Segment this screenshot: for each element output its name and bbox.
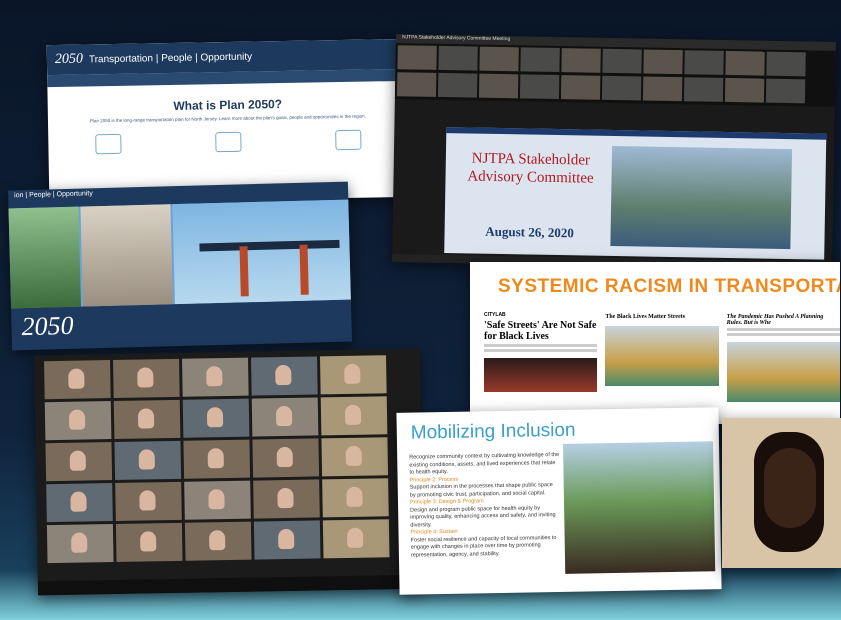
video-tile[interactable] (113, 399, 181, 439)
gallery-grid (44, 355, 390, 564)
zoom-gallery-window (33, 348, 425, 596)
article-2[interactable]: The Black Lives Matter Streets (605, 312, 719, 402)
video-tile[interactable] (184, 480, 251, 520)
article-title: 'Safe Streets' Are Not Safe for Black Li… (484, 320, 597, 342)
participant-tile[interactable] (643, 49, 683, 75)
principles-text: Recognize community context by cultivati… (409, 452, 561, 560)
participant-tile[interactable] (438, 45, 478, 71)
plan-2050-website-window: 2050 Transportation | People | Opportuni… (46, 38, 410, 204)
participant-tile[interactable] (519, 74, 560, 100)
video-tile[interactable] (253, 479, 320, 519)
video-tile[interactable] (182, 357, 249, 397)
article-image (605, 326, 719, 386)
bus-icon (95, 133, 122, 155)
video-tile[interactable] (44, 401, 112, 441)
lightbulb-icon (335, 129, 362, 151)
people-icon (215, 131, 242, 153)
principle-text: Foster social resilience and capacity of… (410, 534, 557, 559)
principle-label: Principle 2: Process (409, 476, 459, 484)
intro-text: Recognize community context by cultivati… (409, 451, 560, 476)
mobilizing-inclusion-slide: Mobilizing Inclusion Recognize community… (396, 407, 722, 595)
article-source: CITYLAB (484, 312, 506, 318)
article-image (484, 358, 598, 392)
bridge-pillar (239, 246, 249, 297)
plan-mid-body (84, 321, 254, 325)
participant-tile[interactable] (684, 50, 724, 75)
video-tile[interactable] (321, 437, 389, 477)
video-tile[interactable] (322, 519, 390, 559)
video-tile[interactable] (113, 358, 180, 399)
drum-circle-photo (563, 441, 716, 574)
speaker-face (764, 448, 816, 528)
video-tile[interactable] (115, 481, 182, 521)
video-tile[interactable] (182, 398, 250, 438)
video-tile[interactable] (183, 439, 251, 479)
article-3[interactable]: The Pandemic Has Pushed A Planning Rules… (726, 312, 840, 402)
plan-icons (48, 129, 408, 155)
photo-trees (8, 206, 82, 309)
video-tile[interactable] (319, 355, 387, 395)
principle-text: Design and program public space for heal… (410, 504, 556, 529)
photo-bus (80, 204, 173, 307)
article-title: The Pandemic Has Pushed A Planning Rules… (726, 314, 824, 326)
speaker-video (722, 418, 841, 568)
video-tile[interactable] (46, 524, 114, 564)
plan-mid-logo: 2050 (21, 310, 74, 342)
systemic-racism-slide: SYSTEMIC RACISM IN TRANSPORTATIO CITYLAB… (470, 262, 840, 424)
bridge-pillar (299, 244, 309, 295)
photo-bridge (172, 199, 351, 305)
article-1[interactable]: CITYLAB 'Safe Streets' Are Not Safe for … (484, 312, 598, 402)
participant-tile[interactable] (478, 73, 519, 99)
participant-tile[interactable] (765, 78, 806, 104)
principle-label: Principle 3: Design & Program (409, 498, 484, 506)
participant-tile[interactable] (602, 48, 642, 74)
video-tile[interactable] (251, 356, 318, 396)
shared-slide: NJTPA Stakeholder Advisory Committee Aug… (444, 127, 827, 260)
slide-date: August 26, 2020 (485, 223, 574, 241)
participant-tile[interactable] (766, 51, 806, 77)
participant-tile[interactable] (725, 50, 765, 76)
plan-logo: 2050 (54, 51, 84, 68)
participant-tile[interactable] (642, 76, 683, 102)
njtpa-zoom-window: NJTPA Stakeholder Advisory Committee Mee… (392, 34, 836, 270)
participant-tile[interactable] (683, 77, 724, 102)
participant-tile[interactable] (724, 77, 765, 103)
video-tile[interactable] (44, 360, 111, 400)
video-tile[interactable] (322, 478, 389, 518)
video-tile[interactable] (46, 483, 113, 523)
article-columns: CITYLAB 'Safe Streets' Are Not Safe for … (484, 312, 840, 402)
participant-tile[interactable] (397, 45, 437, 70)
participant-tile[interactable] (601, 75, 642, 101)
article-title: The Black Lives Matter Streets (605, 314, 686, 320)
video-tile[interactable] (114, 440, 182, 480)
slide-photo (610, 145, 793, 250)
slide-title: NJTPA Stakeholder Advisory Committee (467, 150, 594, 187)
racism-heading: SYSTEMIC RACISM IN TRANSPORTATIO (498, 276, 840, 297)
principle-label: Principle 4: Sustain (410, 528, 458, 536)
participant-tile[interactable] (561, 48, 601, 73)
article-image (726, 342, 840, 402)
participant-tile[interactable] (560, 75, 601, 100)
video-tile[interactable] (252, 438, 320, 478)
plan-heading: What is Plan 2050? (173, 97, 283, 113)
video-tile[interactable] (253, 520, 321, 560)
plan-body: Plan 2050 is the long-range transportati… (89, 113, 366, 124)
plan-2050-banner-window: ion | People | Opportunity 2050 (7, 181, 353, 351)
plan-photo-collage (8, 199, 351, 309)
participant-tile[interactable] (520, 47, 560, 73)
participant-tile[interactable] (479, 46, 519, 72)
video-tile[interactable] (45, 442, 113, 482)
principle-text: Support inclusion in the processes that … (409, 482, 553, 499)
participant-tile[interactable] (437, 72, 478, 98)
video-tile[interactable] (251, 397, 319, 437)
plan-tagline: Transportation | People | Opportunity (88, 51, 253, 65)
mobilizing-heading: Mobilizing Inclusion (410, 419, 576, 444)
participant-tile[interactable] (396, 72, 437, 97)
video-tile[interactable] (320, 396, 388, 436)
slide-bar (446, 127, 827, 140)
participant-strip (394, 43, 836, 107)
video-tile[interactable] (115, 522, 183, 562)
video-tile[interactable] (184, 521, 252, 561)
